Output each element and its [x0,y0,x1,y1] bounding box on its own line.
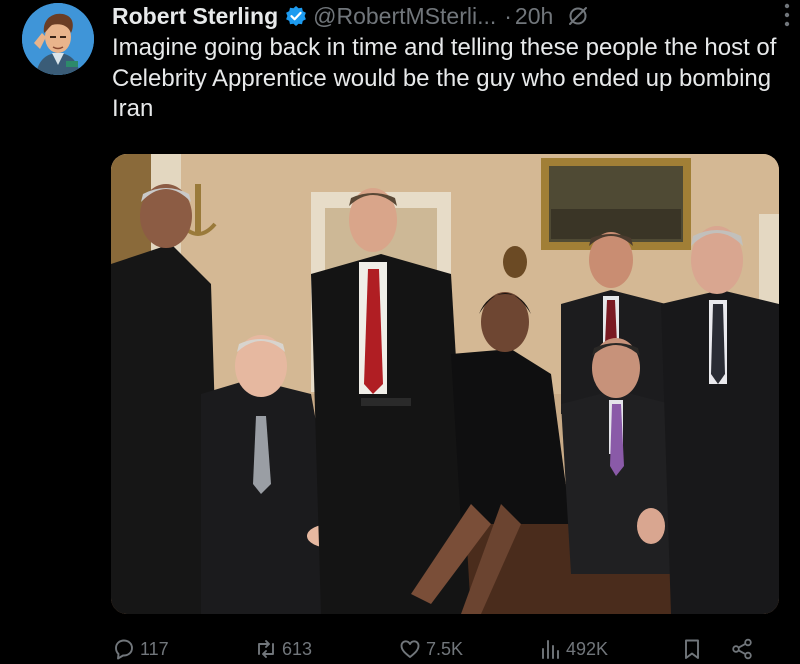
views-count: 492K [566,638,609,659]
author-name[interactable]: Robert Sterling [112,2,278,30]
repost-count: 613 [282,638,313,659]
action-bar: 117 613 7.5K 492K [110,636,770,664]
like-button[interactable]: 7.5K [398,636,463,662]
bookmark-button[interactable] [680,636,708,662]
tweet[interactable]: Robert Sterling @RobertMSterli... · 20h … [0,0,800,664]
avatar-illustration [22,3,94,75]
tweet-text: Imagine going back in time and telling t… [112,34,777,122]
views-icon [542,640,559,659]
tweet-photo[interactable] [111,154,779,614]
tweet-header: Robert Sterling @RobertMSterli... · 20h [112,0,780,32]
reply-count: 117 [140,638,169,659]
author-handle[interactable]: @RobertMSterli... [313,2,496,30]
more-icon[interactable] [784,2,790,28]
like-count: 7.5K [426,638,464,659]
share-icon [732,638,752,660]
separator-dot: · [504,3,512,29]
verified-badge-icon [286,6,307,26]
reply-button[interactable]: 117 [112,636,169,662]
grok-icon[interactable] [567,5,589,27]
avatar[interactable] [22,3,94,75]
views-button[interactable]: 492K [538,636,608,662]
repost-button[interactable]: 613 [254,636,312,662]
like-icon [400,640,420,658]
bookmark-icon [685,639,699,659]
share-button[interactable] [730,636,758,662]
reply-icon [115,639,133,660]
timestamp[interactable]: 20h [515,2,553,30]
repost-icon [258,640,274,658]
group-portrait-image [111,154,779,614]
